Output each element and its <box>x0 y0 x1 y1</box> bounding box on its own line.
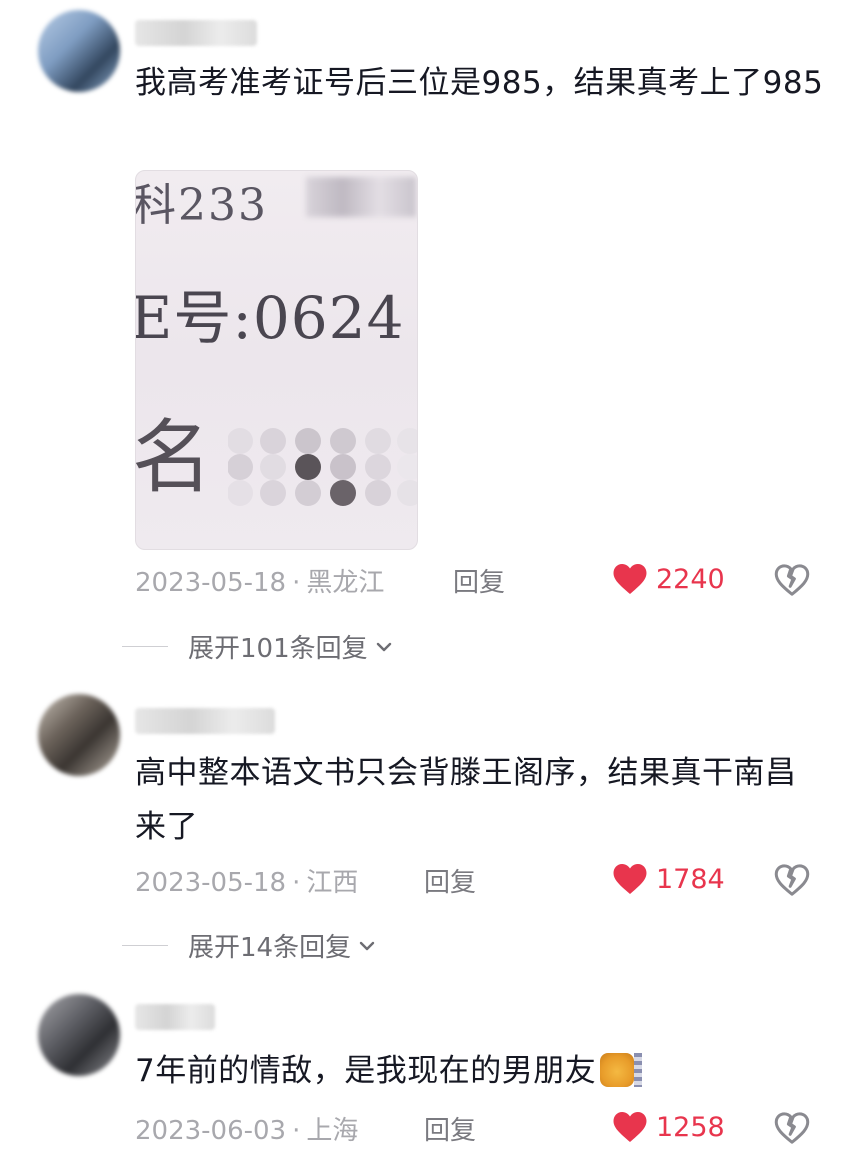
comment-date: 2023-06-03 <box>135 1116 287 1146</box>
like-button[interactable]: 1784 <box>612 862 725 896</box>
like-button[interactable]: 2240 <box>612 562 725 596</box>
comment-text: 我高考准考证号后三位是985，结果真考上了985 <box>135 65 824 101</box>
broken-heart-icon[interactable] <box>774 1110 810 1146</box>
reply-button[interactable]: 回复 <box>424 862 476 899</box>
comment-date: 2023-05-18 <box>135 568 287 598</box>
comment-location: 黑龙江 <box>306 568 385 598</box>
comment-date: 2023-05-18 <box>135 868 287 898</box>
separator: · <box>292 568 301 598</box>
like-count: 2240 <box>656 563 725 595</box>
expand-replies-button[interactable]: 展开14条回复 <box>122 927 379 964</box>
comment-meta: 2023-05-18 · 黑龙江 <box>135 562 384 599</box>
expand-replies-label: 展开101条回复 <box>188 634 368 664</box>
separator: · <box>292 1116 301 1146</box>
username[interactable]: ████ ███ <box>135 708 275 734</box>
avatar[interactable] <box>38 994 120 1076</box>
comment-location: 江西 <box>306 868 359 898</box>
username[interactable]: ██████ <box>135 1004 215 1030</box>
comment-text-content: 7年前的情敌，是我现在的男朋友 <box>135 1053 597 1089</box>
divider <box>122 945 168 946</box>
heart-icon <box>613 864 647 894</box>
ticket-line-1: 科233 <box>135 180 268 231</box>
comment-text: 7年前的情敌，是我现在的男朋友 <box>135 1044 825 1098</box>
avatar[interactable] <box>38 10 120 92</box>
emoji-decoration <box>634 1052 643 1087</box>
expand-replies-button[interactable]: 展开101条回复 <box>122 628 396 665</box>
username[interactable]: ██████ <box>135 20 257 46</box>
mosaic-blur <box>227 421 417 549</box>
comment-meta: 2023-06-03 · 上海 <box>135 1110 358 1147</box>
comment-image[interactable]: 科233 E号:0624 名 <box>135 170 418 550</box>
heart-icon <box>613 564 647 594</box>
ticket-line-3: 名 <box>135 411 212 504</box>
broken-heart-icon[interactable] <box>774 562 810 598</box>
comment-meta: 2023-05-18 · 江西 <box>135 862 358 899</box>
like-button[interactable]: 1258 <box>612 1110 725 1144</box>
chevron-down-icon <box>359 941 375 950</box>
heart-icon <box>613 1112 647 1142</box>
separator: · <box>292 868 301 898</box>
like-count: 1784 <box>656 863 725 895</box>
expand-replies-label: 展开14条回复 <box>188 933 352 963</box>
chevron-down-icon <box>376 642 391 651</box>
avatar[interactable] <box>38 694 120 776</box>
divider <box>122 646 168 647</box>
comment-text: 高中整本语文书只会背滕王阁序，结果真干南昌来了 <box>135 755 797 845</box>
reply-button[interactable]: 回复 <box>453 562 505 599</box>
cat-face-emoji-icon <box>600 1052 635 1087</box>
reply-button[interactable]: 回复 <box>424 1110 476 1147</box>
ticket-line-2: E号:0624 <box>135 284 405 352</box>
comment-location: 上海 <box>306 1116 359 1146</box>
broken-heart-icon[interactable] <box>774 862 810 898</box>
like-count: 1258 <box>656 1111 725 1143</box>
